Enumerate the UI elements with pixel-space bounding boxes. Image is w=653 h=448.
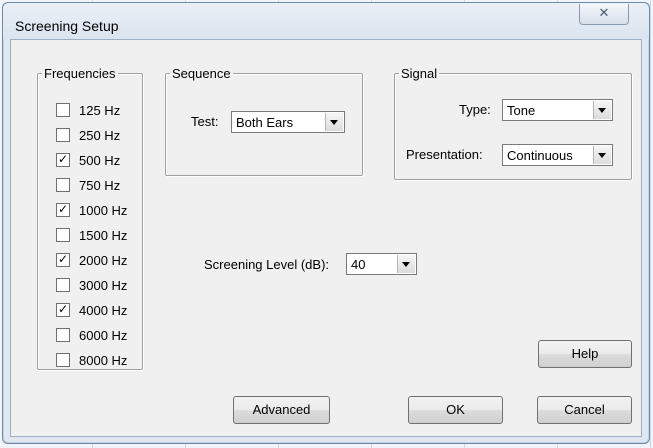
freq-checkbox-8000[interactable]	[56, 353, 70, 367]
test-label: Test:	[191, 114, 219, 129]
title-bar[interactable]: Screening Setup ✕	[3, 3, 649, 39]
freq-item-8000[interactable]: 8000 Hz	[56, 352, 127, 368]
freq-checkbox-2000[interactable]	[56, 253, 70, 267]
freq-item-250[interactable]: 250 Hz	[56, 127, 120, 143]
freq-checkbox-250[interactable]	[56, 128, 70, 142]
freq-item-125[interactable]: 125 Hz	[56, 102, 120, 118]
signal-group: Signal Type: Tone Presentation: Continuo…	[394, 66, 632, 180]
freq-item-3000[interactable]: 3000 Hz	[56, 277, 127, 293]
chevron-down-icon[interactable]	[397, 255, 415, 273]
presentation-label: Presentation:	[406, 147, 483, 162]
freq-item-2000[interactable]: 2000 Hz	[56, 252, 127, 268]
freq-checkbox-6000[interactable]	[56, 328, 70, 342]
freq-label: 3000 Hz	[79, 277, 128, 293]
freq-item-1000[interactable]: 1000 Hz	[56, 202, 127, 218]
freq-label: 8000 Hz	[79, 352, 128, 368]
freq-label: 1000 Hz	[79, 202, 128, 218]
screening-level-value: 40	[351, 257, 366, 272]
freq-label: 125 Hz	[79, 102, 121, 118]
window-title: Screening Setup	[15, 18, 119, 34]
screening-setup-dialog: Screening Setup ✕ Frequencies 125 Hz 250…	[2, 2, 650, 444]
presentation-select-value: Continuous	[507, 148, 573, 163]
freq-label: 250 Hz	[79, 127, 121, 143]
freq-checkbox-750[interactable]	[56, 178, 70, 192]
advanced-button[interactable]: Advanced	[233, 396, 330, 424]
signal-legend: Signal	[401, 66, 438, 81]
freq-item-750[interactable]: 750 Hz	[56, 177, 120, 193]
freq-checkbox-1500[interactable]	[56, 228, 70, 242]
freq-label: 750 Hz	[79, 177, 121, 193]
freq-checkbox-3000[interactable]	[56, 278, 70, 292]
freq-label: 1500 Hz	[79, 227, 128, 243]
freq-checkbox-1000[interactable]	[56, 203, 70, 217]
freq-checkbox-500[interactable]	[56, 153, 70, 167]
freq-label: 4000 Hz	[79, 302, 128, 318]
freq-checkbox-4000[interactable]	[56, 303, 70, 317]
freq-label: 2000 Hz	[79, 252, 128, 268]
type-select[interactable]: Tone	[502, 99, 613, 121]
type-select-value: Tone	[507, 103, 536, 118]
freq-item-6000[interactable]: 6000 Hz	[56, 327, 127, 343]
ok-button[interactable]: OK	[408, 396, 503, 424]
frequencies-legend: Frequencies	[44, 66, 116, 81]
freq-item-500[interactable]: 500 Hz	[56, 152, 120, 168]
cancel-button[interactable]: Cancel	[537, 396, 632, 424]
type-label: Type:	[459, 102, 491, 117]
freq-checkbox-125[interactable]	[56, 103, 70, 117]
screening-level-select[interactable]: 40	[346, 253, 417, 275]
help-button[interactable]: Help	[538, 340, 632, 368]
close-icon: ✕	[598, 6, 610, 21]
chevron-down-icon[interactable]	[593, 101, 611, 119]
test-select-value: Both Ears	[236, 115, 294, 130]
freq-label: 500 Hz	[79, 152, 121, 168]
test-select[interactable]: Both Ears	[231, 111, 345, 133]
dialog-body: Frequencies 125 Hz 250 Hz 500 Hz 750 Hz …	[10, 39, 642, 437]
screening-level-label: Screening Level (dB):	[204, 257, 330, 272]
presentation-select[interactable]: Continuous	[502, 144, 613, 166]
chevron-down-icon[interactable]	[325, 113, 343, 131]
chevron-down-icon[interactable]	[593, 146, 611, 164]
sequence-group: Sequence Test: Both Ears	[165, 66, 363, 176]
freq-item-4000[interactable]: 4000 Hz	[56, 302, 127, 318]
sequence-legend: Sequence	[172, 66, 231, 81]
frequencies-group: Frequencies 125 Hz 250 Hz 500 Hz 750 Hz …	[37, 66, 143, 370]
freq-item-1500[interactable]: 1500 Hz	[56, 227, 127, 243]
freq-label: 6000 Hz	[79, 327, 128, 343]
close-button[interactable]: ✕	[579, 4, 629, 25]
